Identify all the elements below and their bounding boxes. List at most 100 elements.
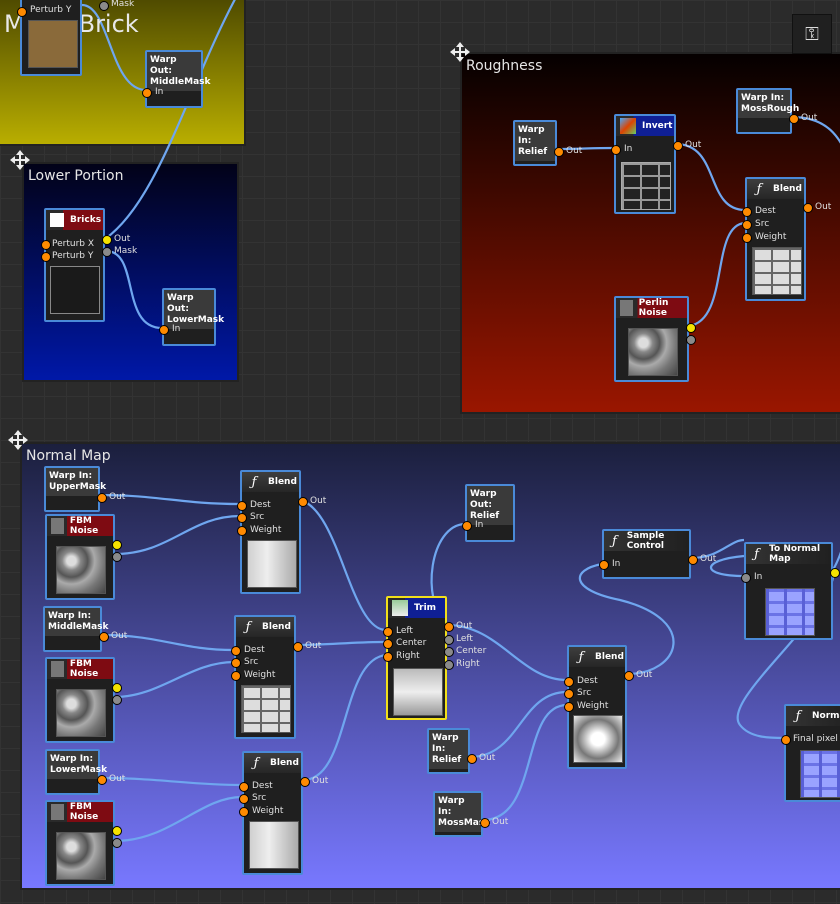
port-in[interactable]: [611, 145, 621, 155]
port-weight[interactable]: [231, 671, 241, 681]
node-blend-4[interactable]: ƒ Blend Dest Src Weight Out: [564, 645, 652, 769]
port-out[interactable]: [112, 683, 122, 693]
port-out[interactable]: [112, 540, 122, 550]
node-thumbnail: [247, 540, 297, 588]
port-weight[interactable]: [564, 702, 574, 712]
node-blend-3[interactable]: ƒ Blend Dest Src Weight Out: [239, 751, 328, 875]
node-mossy-partial[interactable]: Perturb Y Mask: [17, 0, 134, 76]
node-warp-in-mossrough[interactable]: Warp In: MossRough Out: [736, 88, 817, 134]
port-in[interactable]: [159, 325, 169, 335]
port-out[interactable]: [467, 754, 477, 764]
port-out[interactable]: [298, 497, 308, 507]
move-handle-normal-map[interactable]: [6, 428, 30, 452]
node-title: FBM Noise: [69, 802, 99, 822]
port-label: Out: [109, 492, 126, 502]
port-src[interactable]: [239, 794, 249, 804]
node-header: Warp In: Relief: [515, 122, 555, 161]
port-label: Out: [636, 670, 653, 680]
port-center[interactable]: [383, 639, 393, 649]
port-perturb-x[interactable]: [41, 240, 51, 250]
node-title: Blend: [262, 622, 291, 632]
port-src[interactable]: [742, 220, 752, 230]
port-mask[interactable]: [99, 1, 109, 11]
port-out[interactable]: [673, 141, 683, 151]
port-in[interactable]: [462, 521, 472, 531]
port-out[interactable]: [444, 622, 454, 632]
node-warp-out-lowermask[interactable]: Warp Out: LowerMask In: [159, 288, 224, 346]
port-src[interactable]: [237, 513, 247, 523]
port-mask[interactable]: [112, 695, 122, 705]
port-out[interactable]: [554, 147, 564, 157]
node-sample-control[interactable]: ƒ Sample Control In Out: [599, 529, 716, 579]
port-out[interactable]: [293, 642, 303, 652]
move-handle-lower-portion[interactable]: [8, 148, 32, 172]
node-warp-out-middlemask[interactable]: Warp Out: MiddleMask In: [142, 50, 211, 108]
port-out[interactable]: [97, 493, 107, 503]
port-weight[interactable]: [742, 233, 752, 243]
node-warp-in-mossmask[interactable]: Warp In: MossMask Out: [433, 791, 508, 837]
node-warp-in-relief-normal[interactable]: Warp In: Relief Out: [427, 728, 495, 774]
port-weight[interactable]: [239, 807, 249, 817]
port-perturb-y[interactable]: [17, 7, 27, 17]
port-out[interactable]: [300, 777, 310, 787]
port-label: Src: [250, 512, 265, 522]
port-in[interactable]: [741, 573, 751, 583]
port-dest[interactable]: [564, 677, 574, 687]
node-warp-in-middlemask[interactable]: Warp In: MiddleMask Out: [43, 606, 127, 652]
port-out[interactable]: [112, 826, 122, 836]
port-dest[interactable]: [742, 207, 752, 217]
port-right[interactable]: [383, 652, 393, 662]
port-out[interactable]: [803, 203, 813, 213]
node-invert[interactable]: Invert In Out: [611, 114, 701, 214]
node-perlin-noise[interactable]: Perlin Noise: [614, 296, 696, 382]
node-to-normal-map[interactable]: ƒ To Normal Map In: [741, 542, 840, 640]
port-out[interactable]: [830, 568, 840, 578]
port-label: Right: [396, 651, 420, 661]
node-blend-roughness[interactable]: ƒ Blend Dest Src Weight Out: [742, 177, 831, 301]
port-out[interactable]: [102, 235, 112, 245]
port-mask[interactable]: [686, 335, 696, 345]
port-out[interactable]: [97, 775, 107, 785]
node-fbm-noise-1[interactable]: FBM Noise: [45, 514, 122, 600]
port-in[interactable]: [142, 88, 152, 98]
port-out[interactable]: [789, 114, 799, 124]
port-src[interactable]: [231, 658, 241, 668]
port-dest[interactable]: [237, 501, 247, 511]
port-in[interactable]: [599, 560, 609, 570]
node-fbm-noise-3[interactable]: FBM Noise: [45, 800, 122, 886]
node-bricks[interactable]: Bricks Perturb X Perturb Y Out Mask: [41, 208, 137, 322]
port-src[interactable]: [564, 689, 574, 699]
port-mask[interactable]: [112, 552, 122, 562]
node-blend-2[interactable]: ƒ Blend Dest Src Weight Out: [231, 615, 321, 739]
port-label: Dest: [244, 645, 265, 655]
node-header: Trim: [388, 598, 445, 618]
port-out[interactable]: [480, 818, 490, 828]
node-fbm-noise-2[interactable]: FBM Noise: [45, 657, 122, 743]
node-blend-1[interactable]: ƒ Blend Dest Src Weight Out: [237, 470, 326, 594]
key-tool-button[interactable]: ⚿: [792, 14, 832, 54]
move-handle-roughness[interactable]: [448, 40, 472, 64]
port-out[interactable]: [99, 632, 109, 642]
port-dest[interactable]: [239, 782, 249, 792]
node-warp-out-relief[interactable]: Warp Out: Relief In: [462, 484, 515, 542]
port-out[interactable]: [624, 671, 634, 681]
function-icon: ƒ: [253, 755, 259, 771]
port-left-out[interactable]: [444, 635, 454, 645]
port-right-out[interactable]: [444, 660, 454, 670]
invert-icon: [620, 118, 636, 134]
port-perturb-y[interactable]: [41, 252, 51, 262]
node-warp-in-lowermask[interactable]: Warp In: LowerMask Out: [45, 749, 125, 795]
port-mask[interactable]: [112, 838, 122, 848]
port-left[interactable]: [383, 627, 393, 637]
node-trim[interactable]: Trim Left Center Right Out Left Center R…: [383, 596, 486, 720]
port-final-pixel[interactable]: [781, 735, 791, 745]
port-mask[interactable]: [102, 247, 112, 257]
node-warp-in-relief-roughness[interactable]: Warp In: Relief Out: [513, 120, 582, 166]
port-weight[interactable]: [237, 526, 247, 536]
port-center-out[interactable]: [444, 647, 454, 657]
port-dest[interactable]: [231, 646, 241, 656]
port-out[interactable]: [688, 555, 698, 565]
node-warp-in-uppermask[interactable]: Warp In: UpperMask Out: [44, 466, 125, 512]
node-normal[interactable]: ƒ Normal Final pixel: [781, 704, 840, 802]
port-out[interactable]: [686, 323, 696, 333]
